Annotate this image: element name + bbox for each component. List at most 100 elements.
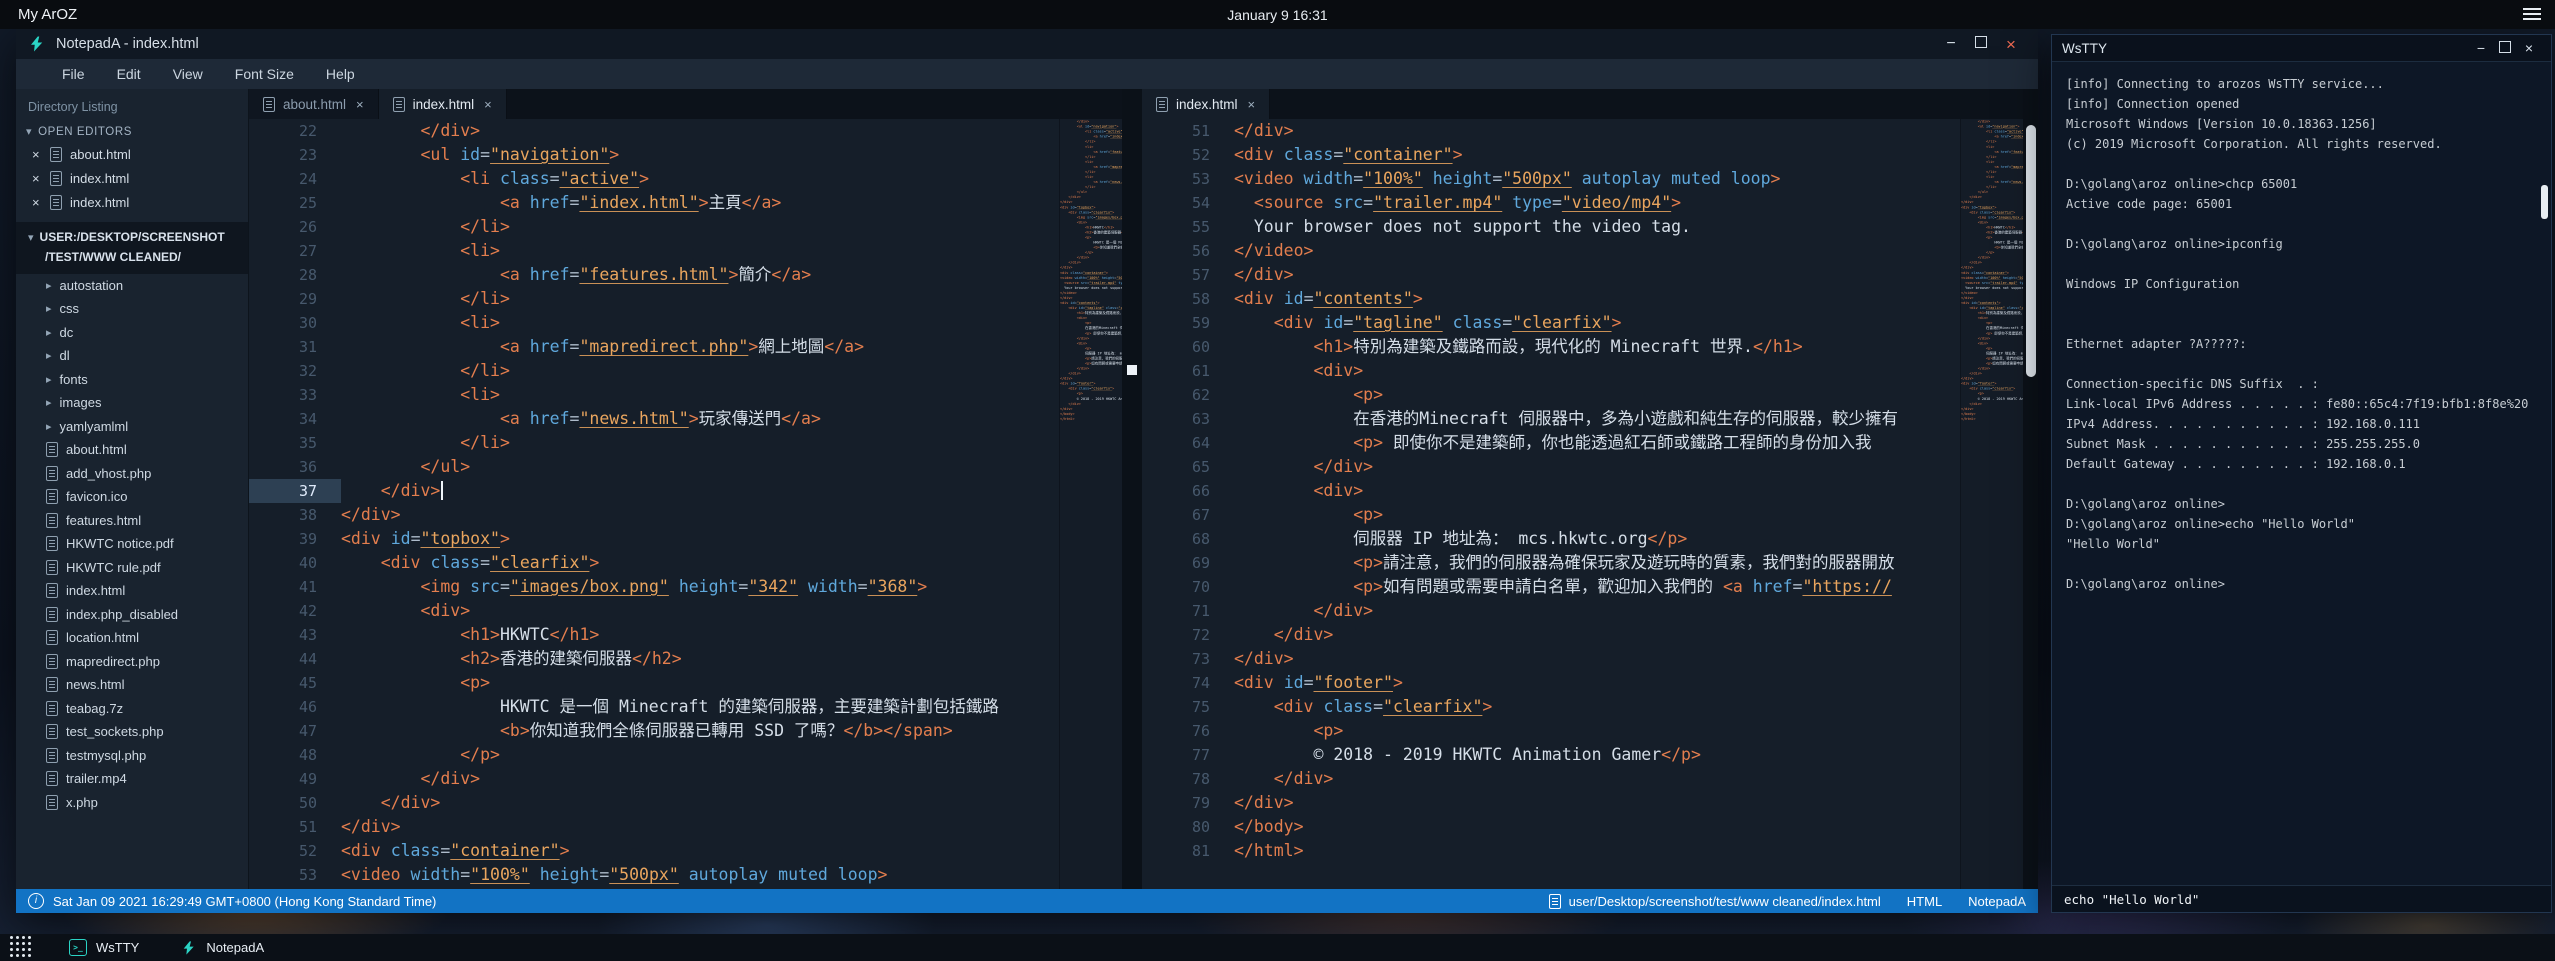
code-line[interactable]: <p>請注意，我們的伺服器為確保玩家及遊玩時的質素，我們對的服器開放 — [1234, 551, 1960, 575]
line-number[interactable]: 50 — [249, 791, 341, 815]
line-number[interactable]: 46 — [249, 695, 341, 719]
code-line[interactable]: <p>如有問題或需要申請白名單，歡迎加入我們的 <a href="https:/… — [1234, 575, 1960, 599]
code-line[interactable]: <p> 即使你不是建築師，你也能透過紅石師或鐵路工程師的身份加入我 — [1234, 431, 1960, 455]
line-number[interactable]: 23 — [249, 143, 341, 167]
wstty-titlebar[interactable]: WsTTY − × — [2052, 35, 2551, 62]
tree-folder[interactable]: ▸fonts — [16, 368, 248, 392]
code-editor[interactable]: </div><div class="container"><video widt… — [1234, 119, 1960, 889]
code-line[interactable]: </div> — [341, 119, 1059, 143]
line-number[interactable]: 75 — [1142, 695, 1234, 719]
taskbar-item-notepada[interactable]: NotepadA — [175, 934, 270, 961]
code-line[interactable]: <li> — [341, 383, 1059, 407]
line-number[interactable]: 32 — [249, 359, 341, 383]
scrollbar-thumb[interactable] — [2026, 125, 2036, 377]
code-line[interactable]: </div> — [1234, 623, 1960, 647]
line-number[interactable]: 34 — [249, 407, 341, 431]
line-number[interactable]: 37 — [249, 479, 341, 503]
tree-file[interactable]: about.html — [16, 438, 248, 462]
line-number[interactable]: 54 — [1142, 191, 1234, 215]
code-line[interactable]: <b>你知道我們全條伺服器已轉用 SSD 了嗎？</b></span> — [341, 719, 1059, 743]
tree-file[interactable]: news.html — [16, 673, 248, 697]
code-line[interactable]: <div id="contents"> — [1234, 287, 1960, 311]
menu-file[interactable]: File — [46, 61, 101, 87]
line-number[interactable]: 57 — [1142, 263, 1234, 287]
tree-folder[interactable]: ▸css — [16, 297, 248, 321]
code-line[interactable]: </li> — [341, 287, 1059, 311]
code-line[interactable]: <h2>香港的建築伺服器</h2> — [341, 647, 1059, 671]
line-number[interactable]: 53 — [249, 863, 341, 887]
minimap[interactable]: </div> <ul id="navigation"> <li class="a… — [1960, 119, 2023, 889]
close-file-icon[interactable]: × — [32, 147, 42, 162]
code-line[interactable]: © 2018 - 2019 HKWTC Animation Gamer</p> — [1234, 743, 1960, 767]
code-line[interactable]: <p> — [341, 671, 1059, 695]
code-line[interactable]: <a href="index.html">主頁</a> — [341, 191, 1059, 215]
code-line[interactable]: </div> — [1234, 263, 1960, 287]
notepada-titlebar[interactable]: NotepadA - index.html − × — [16, 29, 2038, 59]
tree-folder[interactable]: ▸yamlyamlml — [16, 415, 248, 439]
tree-file[interactable]: testmysql.php — [16, 744, 248, 768]
code-line[interactable]: <video width="100%" height="500px" autop… — [1234, 167, 1960, 191]
line-number[interactable]: 52 — [1142, 143, 1234, 167]
close-tab-icon[interactable]: × — [356, 97, 364, 112]
code-line[interactable]: </div> — [1234, 647, 1960, 671]
line-number[interactable]: 59 — [1142, 311, 1234, 335]
close-button[interactable]: × — [1996, 36, 2026, 53]
code-line[interactable]: </li> — [341, 215, 1059, 239]
code-line[interactable]: <p> — [1234, 383, 1960, 407]
code-line[interactable]: </html> — [1234, 839, 1960, 863]
maximize-button[interactable] — [2493, 41, 2517, 55]
close-button[interactable]: × — [2517, 41, 2541, 55]
code-line[interactable]: <li class="active"> — [341, 167, 1059, 191]
line-number[interactable]: 38 — [249, 503, 341, 527]
line-number-gutter[interactable]: 2223242526272829303132333435363738394041… — [249, 119, 341, 889]
code-line[interactable]: </li> — [341, 359, 1059, 383]
line-number[interactable]: 76 — [1142, 719, 1234, 743]
code-line[interactable]: <h1>特別為建築及鐵路而設，現代化的 Minecraft 世界.</h1> — [1234, 335, 1960, 359]
tree-file[interactable]: favicon.ico — [16, 485, 248, 509]
code-line[interactable]: <div class="clearfix"> — [341, 551, 1059, 575]
menu-help[interactable]: Help — [310, 61, 371, 87]
status-language[interactable]: HTML — [1907, 894, 1942, 909]
code-line[interactable]: <div id="tagline" class="clearfix"> — [1234, 311, 1960, 335]
open-editor-item[interactable]: ×index.html — [16, 166, 248, 190]
close-file-icon[interactable]: × — [32, 195, 42, 210]
code-line[interactable]: <ul id="navigation"> — [341, 143, 1059, 167]
menu-view[interactable]: View — [157, 61, 219, 87]
line-number[interactable]: 63 — [1142, 407, 1234, 431]
code-line[interactable]: <img src="images/box.png" height="342" w… — [341, 575, 1059, 599]
line-number[interactable]: 39 — [249, 527, 341, 551]
tree-file[interactable]: trailer.mp4 — [16, 767, 248, 791]
open-editor-item[interactable]: ×index.html — [16, 190, 248, 214]
code-line[interactable]: </div> — [1234, 119, 1960, 143]
tree-folder[interactable]: ▸dc — [16, 321, 248, 345]
code-line[interactable]: <source src="trailer.mp4" type="video/mp… — [1234, 191, 1960, 215]
tree-file[interactable]: HKWTC rule.pdf — [16, 556, 248, 580]
line-number[interactable]: 69 — [1142, 551, 1234, 575]
line-number[interactable]: 53 — [1142, 167, 1234, 191]
hamburger-menu-icon[interactable] — [2523, 8, 2541, 23]
code-line[interactable]: </div> — [341, 791, 1059, 815]
tree-file[interactable]: test_sockets.php — [16, 720, 248, 744]
code-line[interactable]: <div id="footer"> — [1234, 671, 1960, 695]
line-number[interactable]: 68 — [1142, 527, 1234, 551]
line-number[interactable]: 78 — [1142, 767, 1234, 791]
line-number[interactable]: 80 — [1142, 815, 1234, 839]
code-line[interactable]: </body> — [1234, 815, 1960, 839]
maximize-button[interactable] — [1966, 36, 1996, 52]
tree-file[interactable]: x.php — [16, 791, 248, 815]
code-line[interactable]: </div> — [1234, 791, 1960, 815]
line-number[interactable]: 28 — [249, 263, 341, 287]
open-editor-item[interactable]: ×about.html — [16, 142, 248, 166]
line-number[interactable]: 43 — [249, 623, 341, 647]
code-line[interactable]: <a href="news.html">玩家傳送門</a> — [341, 407, 1059, 431]
line-number[interactable]: 70 — [1142, 575, 1234, 599]
pane-splitter-handle[interactable] — [1127, 365, 1137, 375]
line-number[interactable]: 61 — [1142, 359, 1234, 383]
line-number[interactable]: 81 — [1142, 839, 1234, 863]
line-number[interactable]: 22 — [249, 119, 341, 143]
code-line[interactable]: <div> — [1234, 479, 1960, 503]
code-line[interactable]: <div class="clearfix"> — [1234, 695, 1960, 719]
line-number[interactable]: 24 — [249, 167, 341, 191]
code-line[interactable]: <h1>HKWTC</h1> — [341, 623, 1059, 647]
tree-file[interactable]: add_vhost.php — [16, 462, 248, 486]
